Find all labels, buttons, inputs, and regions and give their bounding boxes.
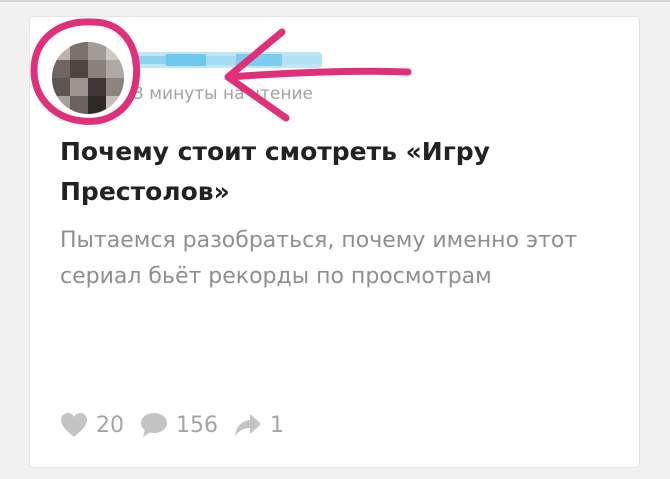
page-top-edge: [0, 0, 670, 2]
post-title[interactable]: Почему стоит смотреть «Игру Престолов»: [60, 132, 600, 212]
shares-stat[interactable]: 1: [234, 412, 284, 438]
likes-stat[interactable]: 20: [60, 412, 124, 438]
post-excerpt[interactable]: Пытаемся разобраться, почему именно этот…: [60, 223, 620, 295]
author-name-blurred[interactable]: [132, 52, 322, 68]
shares-count: 1: [270, 412, 284, 438]
comments-count: 156: [176, 412, 218, 438]
comments-stat[interactable]: 156: [140, 412, 218, 438]
blurred-author-name: [132, 52, 322, 68]
likes-count: 20: [96, 412, 124, 438]
speech-bubble-icon: [141, 413, 167, 437]
read-time: 3 минуты на чтение: [133, 84, 313, 104]
share-arrow-icon: [235, 414, 261, 436]
heart-icon: [61, 413, 87, 437]
post-stats: 20 156 1: [60, 408, 300, 442]
author-avatar[interactable]: [52, 42, 124, 114]
pixelated-avatar-image: [52, 42, 124, 114]
